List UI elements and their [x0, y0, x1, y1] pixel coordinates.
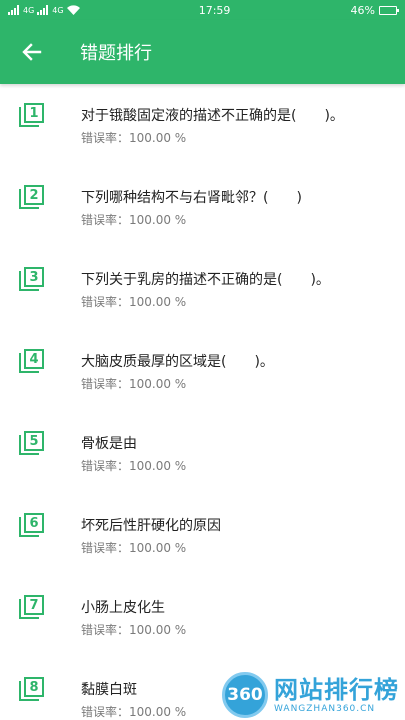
item-text: 骨板是由错误率：100.00 %: [81, 431, 186, 474]
watermark-logo: 360: [222, 672, 268, 718]
list-item[interactable]: 5 骨板是由错误率：100.00 %: [0, 412, 405, 494]
rank-number: 3: [24, 267, 44, 287]
error-rate: 错误率：100.00 %: [81, 131, 187, 145]
list-item[interactable]: 6 坏死后性肝硬化的原因 错误率：100.00 %: [0, 494, 405, 576]
question-title: 骨板是由: [81, 436, 137, 452]
status-right: 46%: [350, 3, 399, 17]
item-text: 对于锇酸固定液的描述不正确的是( )。 错误率：100.00 %: [81, 103, 344, 146]
error-rate: 错误率：100.00 %: [81, 213, 187, 227]
list-item[interactable]: 4 大脑皮质最厚的区域是( )。 错误率：100.00 %: [0, 330, 405, 412]
rank-badge-icon: 4: [19, 349, 44, 374]
wifi-icon: [66, 5, 80, 15]
signal-1-icon: [8, 5, 19, 15]
rank-badge-icon: 7: [19, 595, 44, 620]
rank-badge-icon: 3: [19, 267, 44, 292]
battery-percent: 46%: [350, 3, 375, 17]
rank-number: 4: [24, 349, 44, 369]
question-title: 坏死后性肝硬化的原因: [81, 518, 221, 534]
error-rate: 错误率：100.00 %: [81, 377, 187, 391]
battery-icon: [379, 5, 399, 15]
rank-number: 6: [24, 513, 44, 533]
list-item[interactable]: 7 小肠上皮化生错误率：100.00 %: [0, 576, 405, 658]
signal-2-icon: [37, 5, 49, 15]
item-text: 下列哪种结构不与右肾毗邻？( ) 错误率：100.00 %: [81, 185, 302, 228]
status-time: 17:59: [198, 3, 231, 17]
question-title: 对于锇酸固定液的描述不正确的是( )。: [81, 108, 344, 124]
rank-badge-icon: 1: [19, 103, 44, 128]
arrow-left-icon: [22, 43, 42, 61]
item-text: 大脑皮质最厚的区域是( )。 错误率：100.00 %: [81, 349, 274, 392]
status-left: 4G 4G: [8, 5, 80, 15]
error-rate: 错误率：100.00 %: [81, 623, 187, 637]
error-rate: 错误率：100.00 %: [81, 295, 187, 309]
error-rate: 错误率：100.00 %: [81, 541, 187, 555]
list-item[interactable]: 3 下列关于乳房的描述不正确的是( )。 错误率：100.00 %: [0, 248, 405, 330]
item-text: 黏膜白斑错误率：100.00 %: [81, 677, 186, 720]
toolbar: 错题排行: [0, 20, 405, 84]
error-rate: 错误率：100.00 %: [81, 459, 187, 473]
question-title: 小肠上皮化生: [81, 600, 165, 616]
ranking-list: 1 对于锇酸固定液的描述不正确的是( )。 错误率：100.00 % 2 下列哪种结构不…: [0, 84, 405, 720]
question-title: 黏膜白斑: [81, 682, 137, 698]
rank-number: 1: [24, 103, 44, 123]
rank-number: 2: [24, 185, 44, 205]
rank-badge-icon: 5: [19, 431, 44, 456]
question-title: 下列哪种结构不与右肾毗邻？( ): [81, 190, 302, 206]
item-text: 坏死后性肝硬化的原因 错误率：100.00 %: [81, 513, 221, 556]
question-title: 大脑皮质最厚的区域是( )。: [81, 354, 274, 370]
watermark-url: WANGZHAN360.CN: [274, 704, 376, 714]
item-text: 下列关于乳房的描述不正确的是( )。 错误率：100.00 %: [81, 267, 330, 310]
rank-badge-icon: 8: [19, 677, 44, 702]
rank-number: 5: [24, 431, 44, 451]
watermark-text: 网站排行榜 WANGZHAN360.CN: [274, 676, 399, 714]
back-button[interactable]: [0, 20, 64, 84]
item-text: 小肠上皮化生错误率：100.00 %: [81, 595, 186, 638]
signal-2-label: 4G: [52, 5, 64, 15]
rank-badge-icon: 6: [19, 513, 44, 538]
watermark-name: 网站排行榜: [274, 676, 399, 704]
list-item[interactable]: 2 下列哪种结构不与右肾毗邻？( ) 错误率：100.00 %: [0, 166, 405, 248]
watermark: 360 网站排行榜 WANGZHAN360.CN: [222, 672, 399, 718]
signal-1-label: 4G: [23, 5, 35, 15]
rank-number: 7: [24, 595, 44, 615]
question-title: 下列关于乳房的描述不正确的是( )。: [81, 272, 330, 288]
page-title: 错题排行: [80, 43, 152, 64]
rank-number: 8: [24, 677, 44, 697]
list-item[interactable]: 1 对于锇酸固定液的描述不正确的是( )。 错误率：100.00 %: [0, 84, 405, 166]
status-bar: 4G 4G 17:59 46%: [0, 0, 405, 20]
error-rate: 错误率：100.00 %: [81, 705, 187, 719]
rank-badge-icon: 2: [19, 185, 44, 210]
